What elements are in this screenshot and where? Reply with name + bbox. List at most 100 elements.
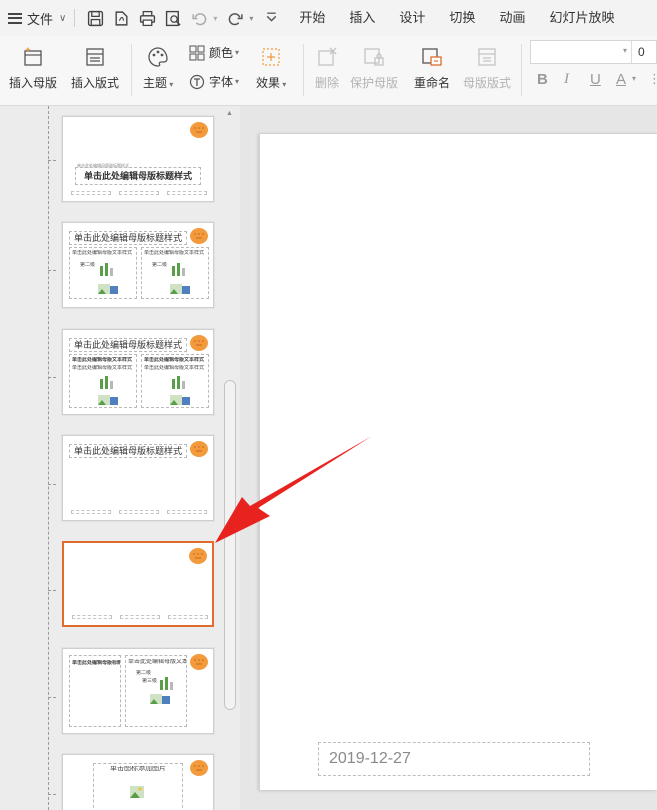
mascot-icon (190, 654, 208, 670)
tree-line (48, 106, 49, 810)
more-icon[interactable]: ⋮ (648, 71, 657, 87)
footer-placeholder (119, 191, 159, 195)
delete-icon (314, 44, 340, 70)
scroll-up-icon[interactable]: ▲ (226, 110, 233, 117)
export-pdf-icon[interactable] (109, 6, 133, 30)
redo-dropdown-icon[interactable]: ▾ (249, 14, 253, 23)
rename-button[interactable]: 重命名 (414, 44, 450, 91)
chart-placeholder-icon (172, 376, 185, 389)
content-placeholder-left: 单击此处编辑母版文本样式 单击此处编辑母版文本样式 (69, 354, 137, 408)
date-placeholder[interactable]: 2019-12-27 (318, 742, 590, 776)
master-title-text: 单击此处编辑母版标题样式 (75, 167, 201, 185)
image-placeholder-icon (170, 284, 190, 294)
color-button[interactable]: 颜色 ▾ (189, 44, 239, 61)
ribbon-tabs: 开始 插入 设计 切换 动画 幻灯片放映 (299, 0, 638, 36)
bullet-text: 单击此处编辑母版文本样式 (72, 365, 133, 371)
image-placeholder-icon (98, 395, 118, 405)
thumbnail-two-content[interactable]: 单击此处编辑母版标题样式 单击此处编辑母版文本样式 第二级 单击此处编辑母版文本… (62, 222, 214, 308)
customize-toolbar-icon[interactable] (259, 6, 283, 30)
footer-placeholder (120, 615, 160, 619)
color-grid-icon (189, 45, 205, 60)
menu-bar: 文件 ∨ ▾ ▾ 开始 插入 设计 切换 动画 幻灯片放映 (0, 0, 657, 36)
mascot-icon (189, 548, 207, 564)
chart-placeholder-icon (160, 677, 173, 690)
mascot-icon (190, 228, 208, 244)
footer-placeholder (71, 510, 111, 514)
bullet-text: 单击此处编辑母版文本样式 (144, 357, 205, 363)
file-menu-label: 文件 (27, 11, 54, 27)
footer-placeholder (167, 510, 207, 514)
layout-title-text: 单击此处编辑母版标题样式 (69, 444, 187, 458)
footer-placeholder (168, 615, 208, 619)
file-menu[interactable]: 文件 ∨ (0, 0, 66, 36)
tab-transitions[interactable]: 切换 (449, 0, 475, 36)
undo-dropdown-icon[interactable]: ▾ (213, 14, 217, 23)
effect-button[interactable]: 效果 ▾ (256, 44, 286, 91)
insert-master-icon (20, 44, 46, 70)
thumbnail-picture-caption[interactable]: 单击图标添加图片 (62, 754, 214, 810)
bullet-level2: 第二级 (136, 670, 152, 676)
thumbnail-scrollbar[interactable]: ▲ (221, 106, 240, 810)
layout-title-text: 单击此处编辑母版标题样式 (69, 231, 187, 245)
footer-placeholder (71, 191, 111, 195)
tab-home[interactable]: 开始 (299, 0, 325, 36)
rename-label: 重命名 (414, 76, 451, 90)
caption-placeholder: 单击此处编辑母版标题样式 (69, 655, 121, 727)
palette-icon (145, 44, 171, 70)
bullet-text: 单击此处编辑母版文本样式 (144, 365, 205, 371)
tab-slideshow[interactable]: 幻灯片放映 (549, 0, 614, 36)
insert-layout-label: 插入版式 (71, 76, 120, 90)
redo-icon[interactable] (223, 6, 247, 30)
tab-design[interactable]: 设计 (399, 0, 425, 36)
tab-animations[interactable]: 动画 (499, 0, 525, 36)
scrollbar-thumb[interactable] (224, 380, 236, 710)
picture-placeholder: 单击图标添加图片 (93, 763, 183, 810)
bullet-text: 单击此处编辑母版文本样式 (72, 357, 133, 363)
delete-button[interactable]: 删除 (314, 44, 340, 91)
undo-icon[interactable] (187, 6, 211, 30)
thumbnail-content-caption[interactable]: 单击此处编辑母版标题样式 单击此处编辑母版文本样式 第二级 第三级 (62, 648, 214, 734)
tab-insert[interactable]: 插入 (349, 0, 375, 36)
color-label: 颜色 (209, 46, 234, 60)
thumbnail-master[interactable]: 单击此处编辑母版副标题样式 单击此处编辑母版标题样式 (62, 116, 214, 202)
theme-label: 主题 (143, 76, 168, 90)
thumbnail-comparison[interactable]: 单击此处编辑母版标题样式 单击此处编辑母版文本样式 单击此处编辑母版文本样式 单… (62, 329, 214, 415)
bullet-level2: 第二级 (152, 262, 168, 268)
font-name-select[interactable]: ▾ 0 (530, 40, 657, 64)
insert-master-button[interactable]: 插入母版 (9, 44, 57, 91)
content-placeholder-left: 单击此处编辑母版文本样式 第二级 (69, 247, 137, 299)
mascot-icon (190, 335, 208, 351)
thumbnail-title-only[interactable]: 单击此处编辑母版标题样式 (62, 435, 214, 521)
image-placeholder-icon (150, 694, 170, 704)
bold-button[interactable]: B (537, 71, 548, 88)
image-placeholder-icon (98, 284, 118, 294)
content-placeholder-right: 单击此处编辑母版文本样式 单击此处编辑母版文本样式 (141, 354, 209, 408)
protect-master-button[interactable]: 保护母版 (350, 44, 398, 91)
master-layout-icon (474, 44, 500, 70)
font-color-dropdown-icon[interactable]: ▾ (632, 74, 636, 83)
tree-connector (48, 270, 56, 271)
chart-placeholder-icon (172, 263, 185, 276)
font-color-button[interactable]: A (616, 71, 626, 88)
chart-placeholder-icon (100, 263, 113, 276)
footer-placeholder (119, 510, 159, 514)
print-preview-icon[interactable] (161, 6, 185, 30)
insert-layout-button[interactable]: 插入版式 (71, 44, 119, 91)
tree-connector (48, 484, 56, 485)
layout-title-text: 单击此处编辑母版标题样式 (69, 338, 187, 352)
chevron-down-icon: ▾ (623, 46, 628, 55)
master-layout-button[interactable]: 母版版式 (463, 44, 511, 91)
thumbnail-blank-selected[interactable] (62, 541, 214, 627)
slide-canvas[interactable] (259, 133, 657, 790)
tree-connector (48, 377, 56, 378)
theme-button[interactable]: 主题 ▾ (143, 44, 173, 91)
save-icon[interactable] (83, 6, 107, 30)
italic-button[interactable]: I (564, 71, 569, 88)
print-icon[interactable] (135, 6, 159, 30)
underline-button[interactable]: U (590, 71, 601, 88)
font-size-select[interactable]: 0 (631, 41, 657, 63)
font-theme-button[interactable]: 字体 ▾ (189, 73, 239, 90)
bullet-level2: 第二级 (80, 262, 96, 268)
master-layout-label: 母版版式 (463, 76, 512, 90)
hamburger-icon (8, 12, 22, 24)
